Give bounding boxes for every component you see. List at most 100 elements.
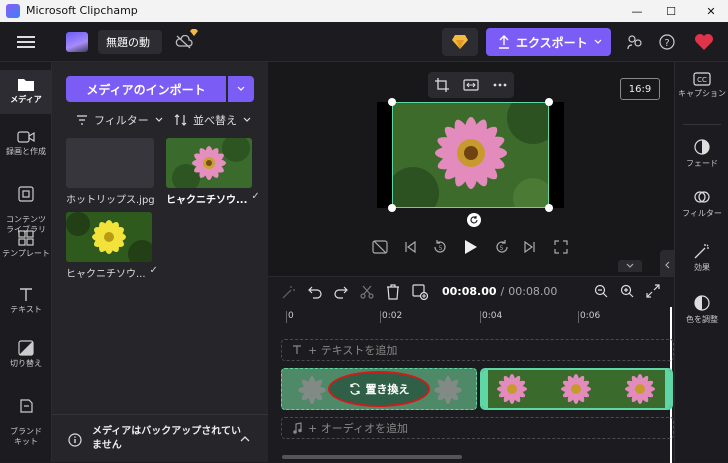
add-text-track[interactable]: + テキストを追加 xyxy=(281,339,674,361)
crop-icon[interactable] xyxy=(435,78,449,92)
share-users-icon[interactable] xyxy=(624,32,646,52)
camera-icon xyxy=(17,131,35,143)
redo-icon[interactable] xyxy=(334,285,348,299)
help-icon[interactable]: ? xyxy=(656,32,678,52)
panel-item-color[interactable]: 色を調整 xyxy=(675,294,728,325)
nav-item-library[interactable]: コンテンツ ライブラリ xyxy=(0,176,52,235)
resize-handle[interactable] xyxy=(545,204,553,212)
panel-item-effects[interactable]: 効果 xyxy=(675,242,728,273)
top-bar: 無題の動 エクスポート ? xyxy=(0,22,728,62)
ruler-tick xyxy=(578,311,579,323)
forward-5-icon[interactable]: 5 xyxy=(494,239,510,255)
media-thumbnail-yellow-flower xyxy=(66,212,152,262)
ruler-tick xyxy=(380,311,381,323)
video-canvas[interactable] xyxy=(377,98,564,212)
rewind-5-icon[interactable]: 5 xyxy=(432,239,448,255)
magic-wand-icon[interactable] xyxy=(282,285,296,299)
filter-button[interactable]: フィルター xyxy=(76,112,163,128)
chevron-down-icon xyxy=(243,117,251,122)
chevron-up-icon[interactable] xyxy=(240,435,250,442)
aspect-ratio-button[interactable]: 16:9 xyxy=(620,78,660,100)
scissors-icon[interactable] xyxy=(360,285,374,299)
ruler-label: 0 xyxy=(288,311,294,321)
skip-back-icon[interactable] xyxy=(404,241,416,253)
chevron-down-icon xyxy=(626,263,634,268)
resize-handle[interactable] xyxy=(388,98,396,106)
nav-item-record[interactable]: 録画と作成 xyxy=(0,130,52,157)
replace-button[interactable]: 置き換え xyxy=(328,371,430,407)
svg-text:5: 5 xyxy=(439,245,443,252)
sort-button[interactable]: 並べ替え xyxy=(174,112,251,128)
library-icon xyxy=(18,186,34,202)
add-audio-track[interactable]: + オーディオを追加 xyxy=(281,417,674,439)
video-clip[interactable] xyxy=(480,368,673,410)
panel-item-filters[interactable]: フィルター xyxy=(675,188,728,219)
nav-item-templates[interactable]: テンプレート xyxy=(0,230,52,259)
premium-diamond-button[interactable] xyxy=(442,28,478,56)
template-icon xyxy=(18,230,34,246)
add-media-icon[interactable] xyxy=(412,284,428,300)
skip-forward-icon[interactable] xyxy=(524,241,536,253)
ruler-label: 0:06 xyxy=(580,311,601,321)
more-options-icon[interactable] xyxy=(493,83,507,87)
clip-trim-handle-right[interactable] xyxy=(665,370,671,408)
resize-handle[interactable] xyxy=(388,204,396,212)
add-text-label: + テキストを追加 xyxy=(308,344,398,357)
zoom-out-icon[interactable] xyxy=(594,284,608,298)
undo-icon[interactable] xyxy=(308,285,322,299)
panel-item-fade[interactable]: フェード xyxy=(675,138,728,169)
brand-icon xyxy=(20,399,33,413)
nav-item-brand[interactable]: ブランド キット xyxy=(0,388,52,447)
svg-text:5: 5 xyxy=(500,245,504,252)
check-icon: ✓ xyxy=(251,191,260,202)
chevron-down-icon xyxy=(237,86,245,91)
fit-timeline-icon[interactable] xyxy=(646,284,660,298)
time-display: 00:08.00 / 00:08.00 xyxy=(442,285,557,298)
app-logo-icon xyxy=(6,4,20,18)
backup-notice[interactable]: メディアはバックアップされていません xyxy=(52,414,268,462)
media-thumbnail-empty xyxy=(66,138,154,188)
aspect-ratio-label: 16:9 xyxy=(628,83,652,95)
timeline-scrollbar[interactable] xyxy=(282,455,462,459)
fullscreen-off-icon[interactable] xyxy=(372,240,388,254)
fit-icon[interactable] xyxy=(463,79,479,91)
cloud-offline-icon[interactable] xyxy=(172,29,198,52)
import-dropdown-button[interactable] xyxy=(228,76,254,102)
minimize-button[interactable]: — xyxy=(620,0,654,22)
left-nav: メディア 録画と作成 コンテンツ ライブラリ テンプレート テキスト 切り替え … xyxy=(0,62,52,462)
media-thumbnail-pink-flower xyxy=(166,138,252,188)
fullscreen-icon[interactable] xyxy=(554,240,568,254)
heart-avatar-icon[interactable] xyxy=(692,30,716,54)
ruler-tick xyxy=(286,311,287,323)
svg-text:?: ? xyxy=(664,38,669,49)
playback-controls: 5 5 xyxy=(368,238,573,256)
timeline-ruler[interactable]: 0 0:02 0:04 0:06 xyxy=(268,307,674,327)
rotate-handle-icon[interactable] xyxy=(467,213,481,227)
export-button[interactable]: エクスポート xyxy=(486,28,611,56)
project-name-field[interactable]: 無題の動 xyxy=(98,30,162,54)
nav-item-text[interactable]: テキスト xyxy=(0,286,52,315)
captions-icon: CC xyxy=(693,72,711,86)
clip-trim-handle-left[interactable] xyxy=(482,370,488,408)
close-button[interactable]: ✕ xyxy=(694,0,728,22)
media-item[interactable]: ヒャクニチソウ... ✓ xyxy=(66,212,162,280)
collapse-preview-button[interactable] xyxy=(618,260,642,272)
nav-label-brand: ブランド キット xyxy=(10,427,42,446)
panel-item-captions[interactable]: CC キャプション xyxy=(675,72,728,99)
delete-icon[interactable] xyxy=(386,284,400,300)
video-frame-pink-flower xyxy=(392,102,549,208)
media-item[interactable]: ホットリップス.jpg xyxy=(66,138,156,206)
hamburger-menu-icon[interactable] xyxy=(14,32,38,52)
maximize-button[interactable]: ☐ xyxy=(654,0,688,22)
text-icon xyxy=(293,345,301,354)
media-item[interactable]: ヒャクニチソウ... ✓ xyxy=(166,138,262,206)
nav-item-transitions[interactable]: 切り替え xyxy=(0,340,52,369)
nav-label-transitions: 切り替え xyxy=(10,359,42,368)
import-media-button[interactable]: メディアのインポート xyxy=(66,76,226,102)
ruler-tick xyxy=(480,311,481,323)
nav-item-media[interactable]: メディア xyxy=(0,76,52,105)
resize-handle[interactable] xyxy=(545,98,553,106)
play-icon[interactable] xyxy=(464,239,478,255)
zoom-in-icon[interactable] xyxy=(620,284,634,298)
nav-label-templates: テンプレート xyxy=(2,249,50,258)
